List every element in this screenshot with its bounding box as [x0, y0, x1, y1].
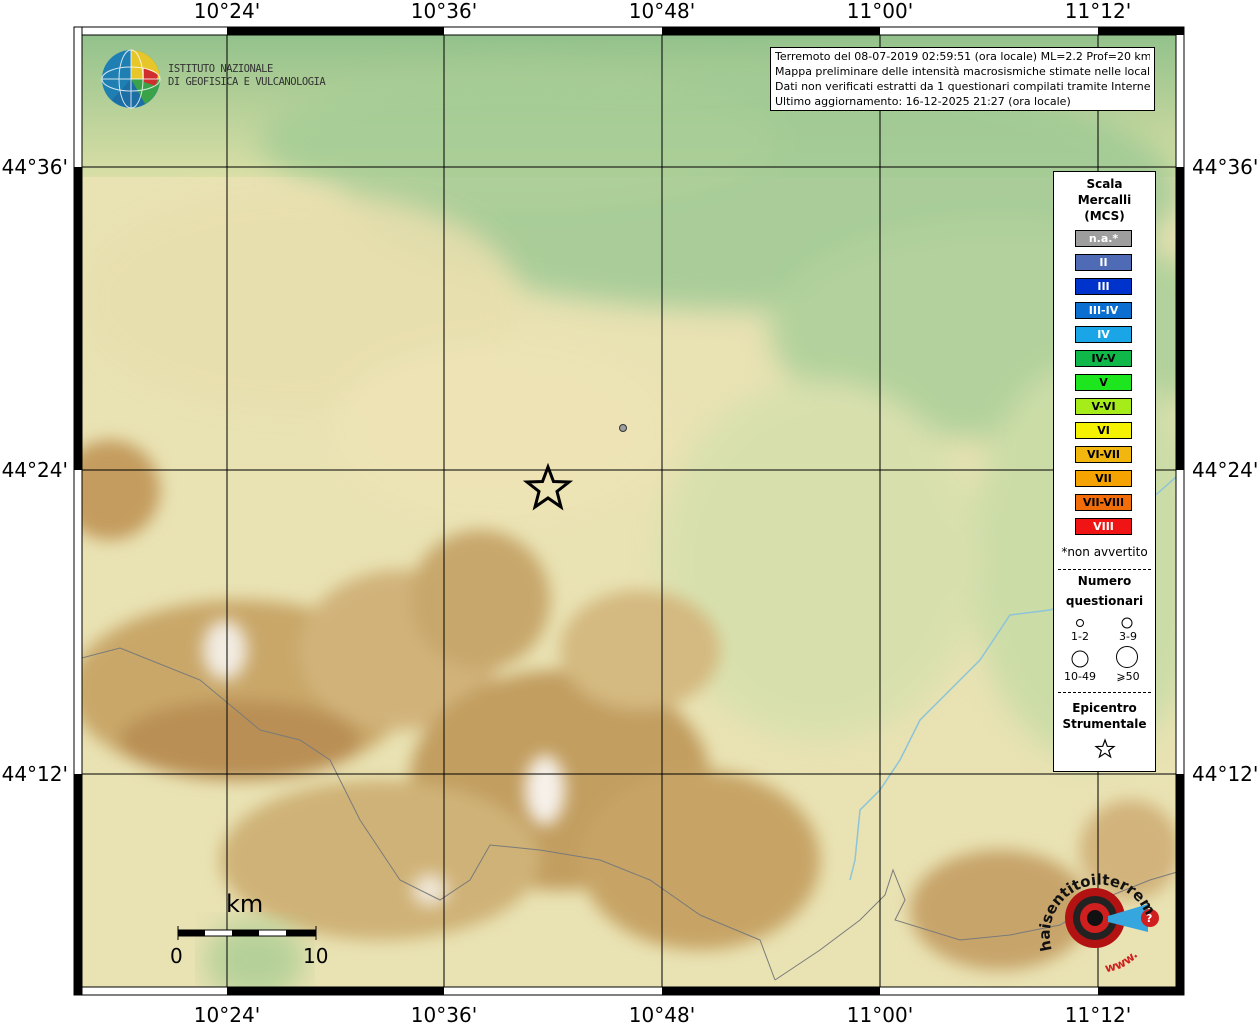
tick-label: 44°36' — [2, 155, 68, 179]
size-circle-large — [1071, 650, 1089, 668]
size-label: 1-2 — [1071, 630, 1089, 643]
intensity-point[interactable] — [619, 424, 627, 432]
svg-text:www.: www. — [1104, 948, 1141, 976]
tick-label: 10°36' — [411, 0, 477, 23]
divider — [1058, 692, 1151, 693]
epicenter-title: Strumentale — [1062, 717, 1147, 731]
ingv-logo: ISTITUTO NAZIONALE DI GEOFISICA E VULCAN… — [100, 48, 330, 109]
tick-label: 44°12' — [1192, 762, 1257, 786]
event-info-box: Terremoto del 08-07-2019 02:59:51 (ora l… — [770, 47, 1155, 111]
size-label: 10-49 — [1064, 670, 1096, 683]
y-axis-right: 44°36' 44°24' 44°12' — [1192, 155, 1257, 786]
tick-label: 44°24' — [2, 458, 68, 482]
legend-swatch: IV — [1075, 326, 1132, 343]
ingv-line2: DI GEOFISICA E VULCANOLOGIA — [168, 76, 326, 88]
legend-swatch: IV-V — [1075, 350, 1132, 367]
legend-swatch: V — [1075, 374, 1132, 391]
legend-swatch: VI — [1075, 422, 1132, 439]
hst-url: www. — [1104, 948, 1141, 976]
count-title: Numero — [1077, 574, 1132, 588]
tick-label: 10°24' — [194, 0, 260, 23]
hst-logo-icon: ? haisentitoilterremoto.it www. — [1025, 836, 1159, 976]
tick-label: 11°00' — [847, 1003, 913, 1024]
legend-swatch: III — [1075, 278, 1132, 295]
scale-start: 0 — [170, 944, 183, 968]
size-circle-small — [1076, 619, 1084, 627]
size-label: 3-9 — [1119, 630, 1137, 643]
legend-swatch: V-VI — [1075, 398, 1132, 415]
scale-bar: km 0 10 — [170, 890, 340, 970]
legend-swatch: n.a.* — [1075, 230, 1132, 247]
legend-swatch: III-IV — [1075, 302, 1132, 319]
legend-title: (MCS) — [1084, 209, 1125, 223]
tick-label: 10°36' — [411, 1003, 477, 1024]
x-axis-top: 10°24' 10°36' 10°48' 11°00' 11°12' — [194, 0, 1131, 23]
scale-end: 10 — [303, 944, 329, 968]
tick-label: 10°48' — [629, 1003, 695, 1024]
epicenter-title: Epicentro — [1072, 701, 1137, 715]
tick-label: 44°12' — [2, 762, 68, 786]
legend-title: Mercalli — [1077, 193, 1132, 207]
count-title: questionari — [1065, 594, 1144, 608]
tick-label: 10°48' — [629, 0, 695, 23]
tick-label: 11°00' — [847, 0, 913, 23]
event-title: Terremoto del 08-07-2019 02:59:51 (ora l… — [775, 50, 1150, 63]
legend-swatch: VIII — [1075, 518, 1132, 535]
tick-label: 10°24' — [194, 1003, 260, 1024]
size-label: ⩾50 — [1116, 670, 1140, 683]
y-axis-left: 44°36' 44°24' 44°12' — [2, 155, 68, 786]
size-circle-medium — [1121, 617, 1133, 629]
divider — [1058, 569, 1151, 570]
tick-label: 44°24' — [1192, 458, 1257, 482]
last-update: Ultimo aggiornamento: 16-12-2025 21:27 (… — [775, 95, 1071, 108]
data-note: Dati non verificati estratti da 1 questi… — [775, 80, 1150, 93]
hst-badge[interactable]: ? haisentitoilterremoto.it www. — [1025, 836, 1170, 980]
legend-title: Scala — [1086, 177, 1123, 191]
legend-swatch: II — [1075, 254, 1132, 271]
size-circle-xlarge — [1116, 646, 1138, 668]
tick-label: 44°36' — [1192, 155, 1257, 179]
legend-swatch: VII-VIII — [1075, 494, 1132, 511]
map-description: Mappa preliminare delle intensità macros… — [775, 65, 1150, 78]
legend-swatch: VI-VII — [1075, 446, 1132, 463]
tick-label: 11°12' — [1065, 1003, 1131, 1024]
legend-swatch: VII — [1075, 470, 1132, 487]
scale-unit: km — [226, 890, 264, 918]
legend: Scala Mercalli (MCS) n.a.* II III III-IV IV I… — [1053, 171, 1156, 772]
tick-label: 11°12' — [1065, 0, 1131, 23]
scale-ruler — [177, 926, 317, 940]
legend-note: *non avvertito — [1061, 545, 1148, 559]
ingv-line1: ISTITUTO NAZIONALE — [168, 63, 273, 75]
epicenter-legend-icon — [1094, 738, 1116, 759]
globe-icon — [101, 49, 161, 109]
x-axis-bottom: 10°24' 10°36' 10°48' 11°00' 11°12' — [194, 1003, 1131, 1027]
